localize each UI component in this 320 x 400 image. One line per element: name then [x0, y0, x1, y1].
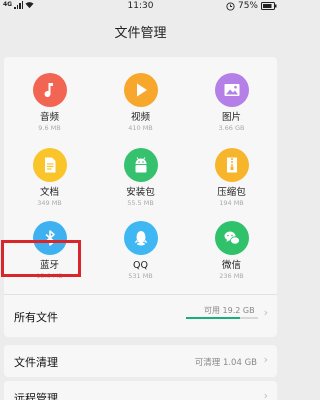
qq-icon	[123, 221, 158, 255]
category-audio[interactable]: 音频 9.6 MB	[4, 73, 95, 132]
category-size: 3.66 GB	[218, 124, 245, 132]
category-label: 音频	[39, 112, 59, 123]
category-size: 410 MB	[128, 124, 153, 132]
remote-management-row[interactable]: 远程管理 ›	[4, 381, 277, 400]
storage-progress-fill	[186, 317, 240, 319]
picture-icon	[214, 73, 249, 107]
status-bar: 4G 11:30 75%	[0, 0, 281, 14]
document-icon	[32, 148, 67, 182]
category-size: 531 MB	[128, 272, 153, 280]
category-size: 55.5 MB	[127, 199, 154, 207]
all-files-row[interactable]: 所有文件 可用 19.2 GB ›	[4, 294, 277, 337]
chevron-right-icon: ›	[263, 353, 268, 366]
battery-percent: 75%	[237, 1, 258, 11]
category-size: 236 MB	[219, 272, 244, 280]
category-size: 349 MB	[37, 199, 62, 207]
category-label: QQ	[133, 260, 148, 271]
chevron-right-icon: ›	[263, 389, 268, 400]
category-documents[interactable]: 文档 349 MB	[4, 148, 95, 207]
category-video[interactable]: 视频 410 MB	[95, 73, 186, 132]
category-archives[interactable]: 压缩包 194 MB	[186, 148, 277, 207]
battery-icon	[261, 2, 277, 10]
category-apk[interactable]: 安装包 55.5 MB	[95, 148, 186, 207]
remote-management-label: 远程管理	[14, 392, 58, 400]
chevron-right-icon: ›	[263, 306, 268, 319]
all-files-highlight-box	[1, 240, 81, 277]
wechat-icon	[214, 221, 249, 255]
category-card: 音频 9.6 MB 视频 410 MB 图片 3.66 GB 文档 349 MB…	[4, 57, 277, 337]
category-label: 安装包	[126, 187, 155, 198]
alarm-icon	[226, 1, 235, 11]
category-pictures[interactable]: 图片 3.66 GB	[186, 73, 277, 132]
category-label: 微信	[221, 260, 241, 271]
available-storage: 可用 19.2 GB	[204, 306, 255, 315]
play-icon	[123, 73, 158, 107]
file-cleanup-label: 文件清理	[14, 356, 58, 369]
zip-icon	[214, 148, 249, 182]
category-qq[interactable]: QQ 531 MB	[95, 221, 186, 280]
storage-progress-bar	[186, 317, 258, 319]
category-wechat[interactable]: 微信 236 MB	[186, 221, 277, 280]
status-right: 75%	[226, 1, 277, 11]
category-label: 文档	[39, 187, 59, 198]
android-icon	[123, 148, 158, 182]
category-label: 压缩包	[217, 187, 246, 198]
cleanable-size: 可清理 1.04 GB	[194, 358, 257, 368]
category-label: 视频	[130, 112, 150, 123]
file-cleanup-row[interactable]: 文件清理 可清理 1.04 GB ›	[4, 345, 277, 377]
category-size: 9.6 MB	[38, 124, 61, 132]
category-size: 194 MB	[219, 199, 244, 207]
category-label: 图片	[221, 112, 241, 123]
music-note-icon	[32, 73, 67, 107]
page-title: 文件管理	[114, 26, 167, 41]
all-files-label: 所有文件	[14, 311, 58, 324]
